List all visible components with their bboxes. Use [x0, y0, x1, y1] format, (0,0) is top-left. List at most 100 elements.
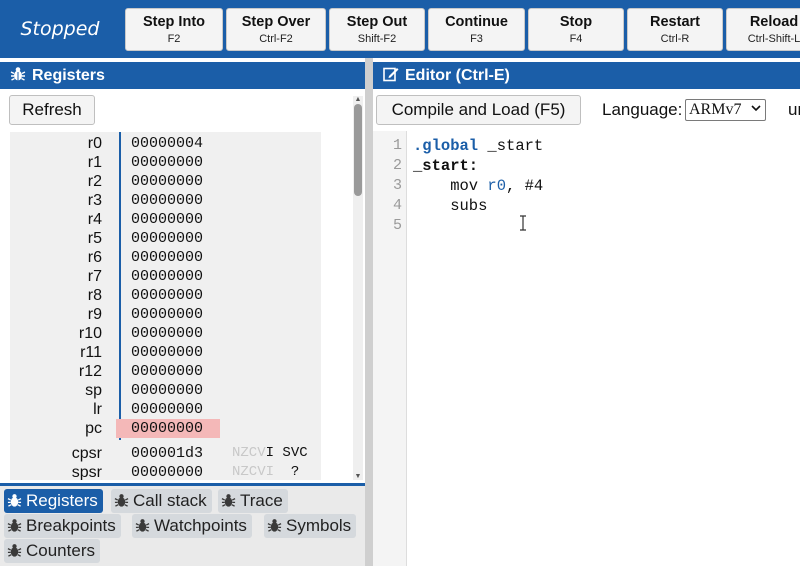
scrollbar-thumb[interactable]: [354, 104, 362, 196]
register-value[interactable]: 000001d3: [116, 444, 220, 463]
registers-scrollbar[interactable]: ▲ ▼: [353, 96, 363, 480]
tab-watchpoints[interactable]: Watchpoints: [132, 514, 252, 538]
register-value[interactable]: 00000000: [116, 305, 220, 324]
tab-call-stack[interactable]: Call stack: [111, 489, 212, 513]
register-value[interactable]: 00000004: [116, 134, 220, 153]
tab-breakpoints[interactable]: Breakpoints: [4, 514, 121, 538]
toolbar-overflow-text: ur: [788, 100, 800, 119]
panel-divider[interactable]: [365, 58, 373, 566]
line-number: 3: [392, 177, 402, 194]
register-row: r2 00000000: [10, 172, 321, 191]
register-value[interactable]: 00000000: [116, 400, 220, 419]
code-text: _start: [478, 137, 544, 155]
tab-symbols[interactable]: Symbols: [264, 514, 357, 538]
compile-and-load-button[interactable]: Compile and Load (F5): [376, 95, 581, 125]
code-directive: .global: [413, 137, 479, 155]
stop-shortcut: F4: [569, 33, 583, 45]
register-name: r1: [87, 154, 102, 171]
reload-button[interactable]: Reload Ctrl-Shift-L: [726, 8, 800, 51]
reload-label: Reload: [749, 14, 799, 30]
step-out-label: Step Out: [346, 14, 408, 30]
debug-toolbar: Stopped Step Into F2 Step Over Ctrl-F2 S…: [0, 0, 800, 58]
register-value[interactable]: 00000000: [116, 172, 220, 191]
register-value[interactable]: 00000000: [116, 229, 220, 248]
language-label: Language:: [602, 100, 683, 119]
tab-counters[interactable]: Counters: [4, 539, 100, 563]
tab-trace[interactable]: Trace: [218, 489, 288, 513]
register-value[interactable]: 00000000: [116, 191, 220, 210]
line-number: 1: [392, 137, 402, 154]
editor-panel-header: Editor (Ctrl-E): [373, 62, 800, 89]
scroll-up-arrow-icon[interactable]: ▲: [353, 96, 363, 103]
register-name: r10: [78, 325, 102, 342]
editor-panel-title: Editor (Ctrl-E): [405, 67, 510, 84]
register-value[interactable]: 00000000: [116, 153, 220, 172]
register-value[interactable]: 00000000: [116, 381, 220, 400]
bug-icon: [221, 494, 236, 507]
code-editor[interactable]: 1 2 3 4 5 .global _start _start: mov r0,…: [373, 131, 800, 566]
registers-panel-title: Registers: [32, 67, 105, 84]
code-line: _start:: [413, 156, 478, 176]
register-value[interactable]: 00000000: [116, 267, 220, 286]
restart-label: Restart: [650, 14, 700, 30]
register-value[interactable]: 00000000: [116, 463, 220, 480]
refresh-button[interactable]: Refresh: [9, 95, 95, 125]
text-cursor-icon: [520, 215, 526, 231]
register-row: r0 00000004: [10, 134, 321, 153]
register-row: lr 00000000: [10, 400, 321, 419]
language-select[interactable]: ARMv7: [685, 99, 766, 121]
stop-label: Stop: [559, 14, 593, 30]
bug-icon: [135, 519, 150, 532]
code-text: subs: [413, 197, 488, 215]
step-out-button[interactable]: Step Out Shift-F2: [329, 8, 425, 51]
register-row: r5 00000000: [10, 229, 321, 248]
register-value[interactable]: 00000000: [116, 210, 220, 229]
edit-icon: [383, 67, 399, 82]
register-name: r4: [87, 211, 102, 228]
register-value[interactable]: 00000000: [116, 248, 220, 267]
register-name: r3: [87, 192, 102, 209]
restart-button[interactable]: Restart Ctrl-R: [627, 8, 723, 51]
register-value-highlighted[interactable]: 00000000: [116, 419, 220, 438]
register-name: lr: [93, 401, 102, 418]
register-name: r6: [87, 249, 102, 266]
step-out-shortcut: Shift-F2: [357, 33, 397, 45]
register-row: r12 00000000: [10, 362, 321, 381]
flag-bits: NZCV: [232, 445, 266, 461]
register-value[interactable]: 00000000: [116, 343, 220, 362]
register-row: sp 00000000: [10, 381, 321, 400]
register-row-pc: pc 00000000: [10, 419, 321, 438]
tab-label: Trace: [240, 491, 283, 510]
continue-button[interactable]: Continue F3: [428, 8, 525, 51]
code-register: r0: [487, 177, 507, 195]
step-into-button[interactable]: Step Into F2: [125, 8, 223, 51]
status-register-row: spsr 00000000 NZCVI ?: [10, 463, 321, 480]
register-row: r9 00000000: [10, 305, 321, 324]
stop-button[interactable]: Stop F4: [528, 8, 624, 51]
register-value[interactable]: 00000000: [116, 286, 220, 305]
register-value[interactable]: 00000000: [116, 324, 220, 343]
line-number: 2: [392, 157, 402, 174]
code-text: mov: [413, 177, 488, 195]
step-into-label: Step Into: [142, 14, 206, 30]
register-value[interactable]: 00000000: [116, 362, 220, 381]
register-row: r1 00000000: [10, 153, 321, 172]
chevron-down-icon: [751, 105, 761, 112]
tab-registers[interactable]: Registers: [4, 489, 103, 513]
tab-label: Symbols: [286, 516, 352, 535]
tab-label: Call stack: [133, 491, 207, 510]
step-over-label: Step Over: [241, 14, 311, 30]
status-register-row: cpsr 000001d3 NZCVI SVC: [10, 444, 321, 463]
scroll-down-arrow-icon[interactable]: ▼: [353, 473, 363, 480]
step-over-shortcut: Ctrl-F2: [259, 33, 293, 45]
register-name: pc: [85, 420, 102, 437]
register-name: r7: [87, 268, 102, 285]
cpu-mode: ?: [290, 464, 300, 480]
tab-label: Counters: [26, 541, 95, 560]
step-over-button[interactable]: Step Over Ctrl-F2: [226, 8, 326, 51]
editor-toolbar: Compile and Load (F5) Language: ARMv7 ur: [373, 89, 800, 131]
tab-label: Watchpoints: [154, 516, 247, 535]
register-name: r0: [87, 135, 102, 152]
line-number: 4: [392, 197, 402, 214]
language-selected-value: ARMv7: [689, 101, 742, 118]
